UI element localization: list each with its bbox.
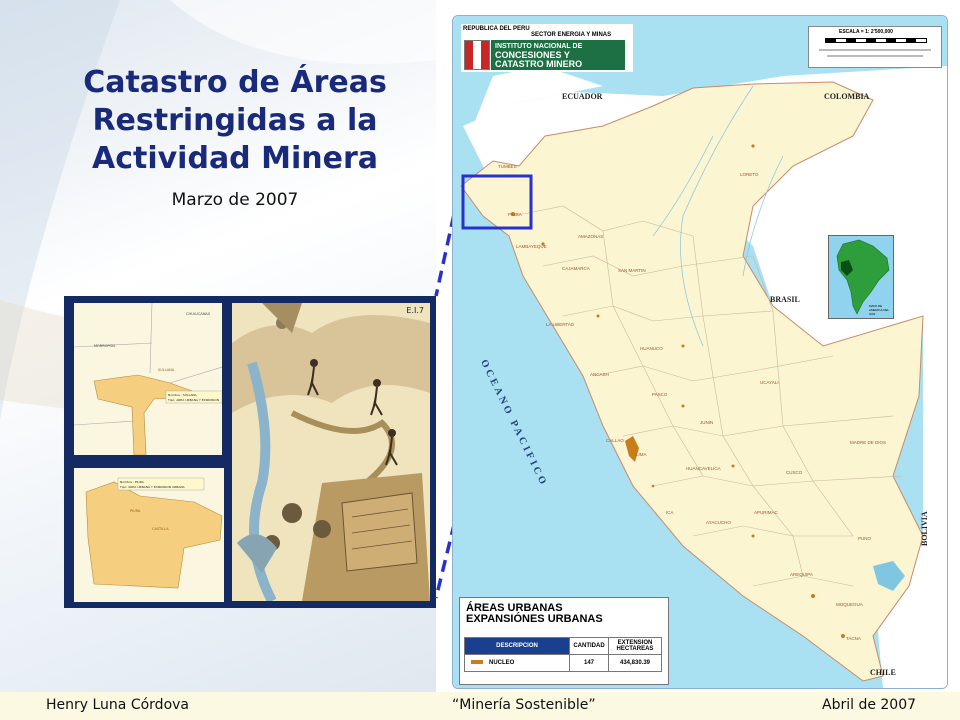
legend-table: DESCRIPCION CANTIDAD EXTENSION HECTAREAS…: [464, 637, 662, 672]
republic-label: REPUBLICA DEL PERU: [463, 26, 530, 32]
legend-title: ÁREAS URBANAS EXPANSIÓNES URBANAS: [466, 603, 603, 625]
peru-coat-of-arms-icon: [464, 40, 490, 70]
region-label: CALLAO: [606, 438, 624, 443]
region-label: MADRE DE DIOS: [850, 440, 887, 445]
country-label-brasil: BRASIL: [770, 295, 800, 304]
region-label: LORETO: [740, 172, 759, 177]
map-scale-box: ESCALA = 1: 2'500,000: [808, 26, 942, 68]
region-label: LA LIBERTAD: [546, 322, 575, 327]
region-label: LAMBAYEQUE: [516, 244, 547, 249]
region-label: SAN MARTIN: [618, 268, 646, 273]
region-label: JUNIN: [700, 420, 714, 425]
region-label: TUMBES: [498, 164, 517, 169]
map-institution-header: REPUBLICA DEL PERU SECTOR ENERGIA Y MINA…: [461, 24, 633, 72]
peru-map-panel: [452, 15, 948, 689]
south-america-inset-map: MAPA DE AMERICA DEL SUR: [828, 235, 894, 319]
map-legend: ÁREAS URBANAS EXPANSIÓNES URBANAS DESCRI…: [459, 597, 669, 685]
peru-map-canvas: [453, 16, 947, 688]
legend-header-extension: EXTENSION HECTAREAS: [608, 637, 662, 655]
region-label: PASCO: [652, 392, 668, 397]
footer-author: Henry Luna Córdova: [46, 697, 190, 713]
country-label-ecuador: ECUADOR: [562, 92, 603, 101]
region-label: LIMA: [636, 452, 647, 457]
region-label: ICA: [666, 510, 674, 515]
region-label: AYACUCHO: [706, 520, 731, 525]
region-label: APURIMAC: [754, 510, 778, 515]
region-label: CAJAMARCA: [562, 266, 590, 271]
legend-row-quantity: 147: [569, 654, 609, 672]
institution-name: INSTITUTO NACIONAL DE CONCESIONES Y CATA…: [491, 40, 625, 70]
scale-note-line: [819, 49, 931, 51]
legend-header-quantity: CANTIDAD: [569, 637, 609, 655]
region-label: HUANUCO: [640, 346, 663, 351]
scale-bar: [825, 38, 927, 43]
region-label: AREQUIPA: [790, 572, 813, 577]
region-label: TACNA: [846, 636, 861, 641]
legend-row-name: NUCLEO: [489, 660, 515, 666]
region-label: PIURA: [508, 212, 522, 217]
legend-row-extension: 434,830.39: [608, 654, 662, 672]
sector-label: SECTOR ENERGIA Y MINAS: [531, 32, 612, 38]
region-label: UCAYALI: [760, 380, 779, 385]
region-label: AMAZONAS: [578, 234, 604, 239]
legend-header-description: DESCRIPCION: [464, 637, 570, 655]
scale-note-line-2: [827, 55, 923, 57]
footer-event: “Minería Sostenible”: [452, 697, 596, 713]
region-label: CUSCO: [786, 470, 803, 475]
legend-row-description: NUCLEO: [464, 654, 570, 672]
inset-caption: MAPA DE AMERICA DEL SUR: [869, 304, 890, 316]
region-label: HUANCAVELICA: [686, 466, 721, 471]
region-label: MOQUEGUA: [836, 602, 863, 607]
country-label-chile: CHILE: [870, 668, 896, 677]
country-label-colombia: COLOMBIA: [824, 92, 870, 101]
country-label-bolivia: BOLIVIA: [920, 511, 929, 546]
slide-footer: Henry Luna Córdova “Minería Sostenible” …: [0, 692, 960, 720]
legend-title-line-2: EXPANSIÓNES URBANAS: [466, 613, 603, 625]
scale-label: ESCALA = 1: 2'500,000: [839, 29, 893, 35]
region-label: ANCASH: [590, 372, 609, 377]
institution-line-3: CATASTRO MINERO: [495, 59, 583, 69]
footer-date: Abril de 2007: [822, 697, 917, 713]
region-label: PUNO: [858, 536, 872, 541]
urban-area-swatch: [471, 660, 483, 665]
